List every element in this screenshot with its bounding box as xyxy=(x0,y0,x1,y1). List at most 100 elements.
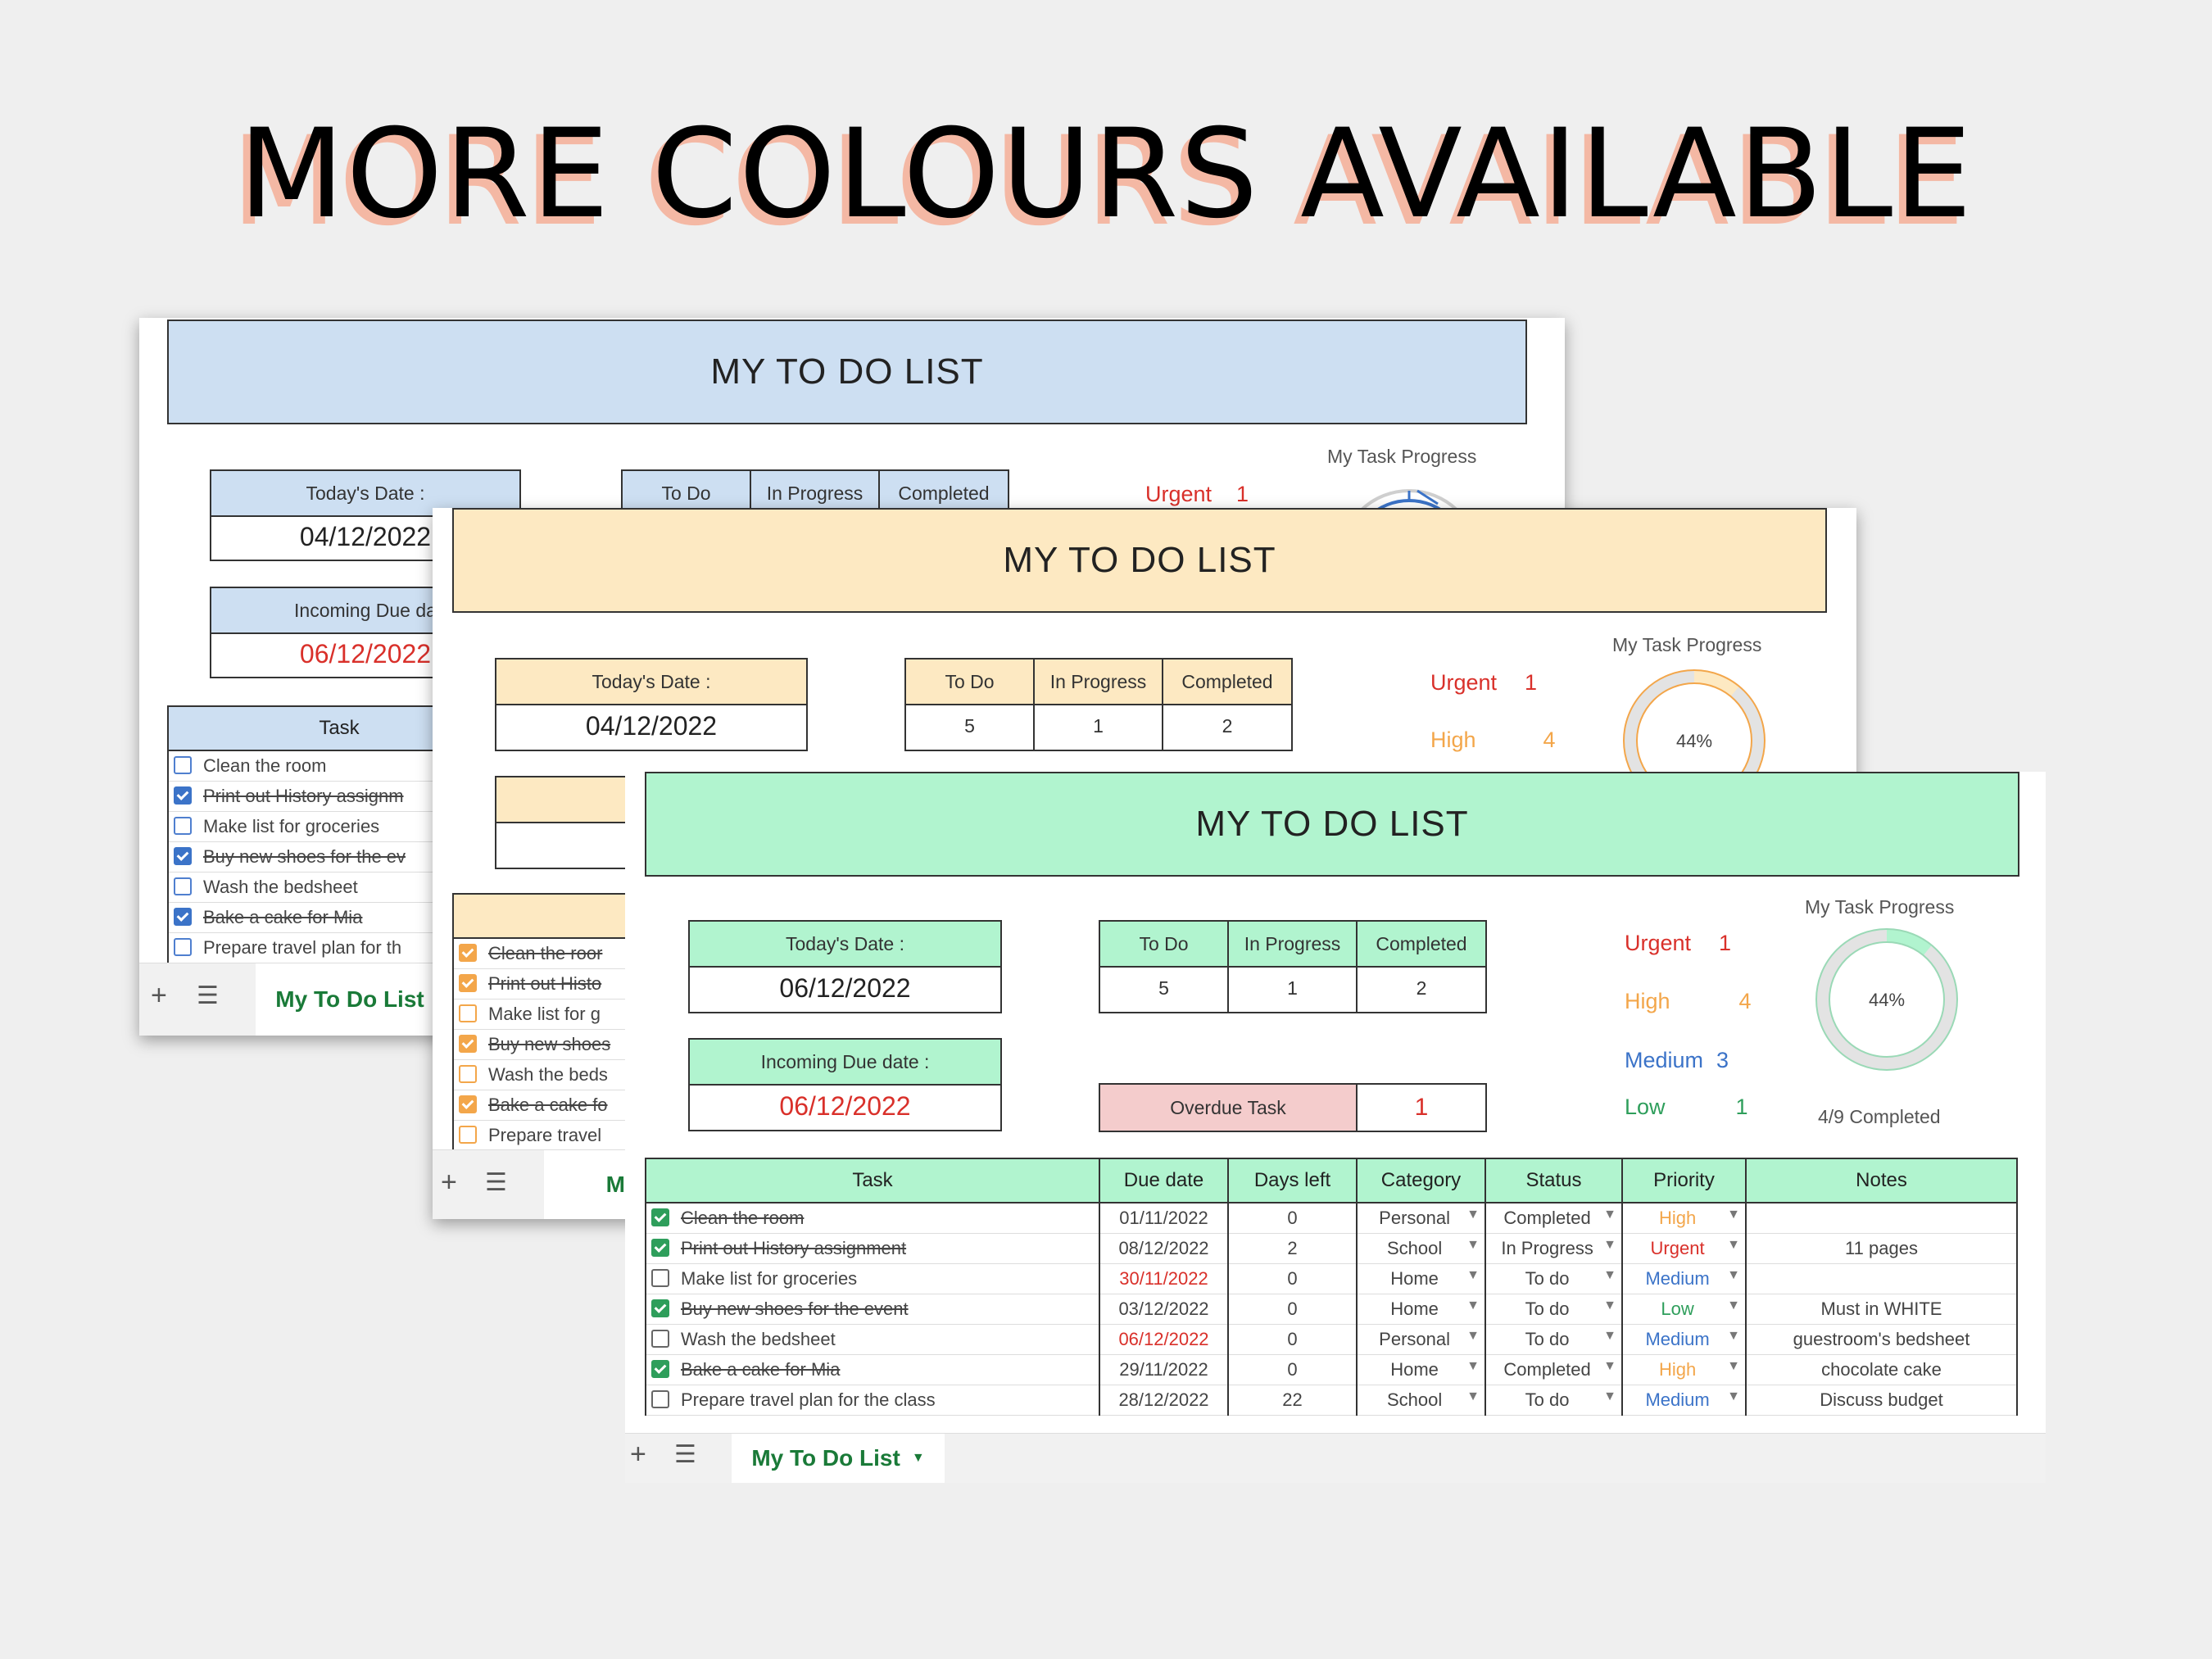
green-today-label: Today's Date : xyxy=(690,922,1000,968)
priority-dropdown[interactable]: Medium ▼ xyxy=(1621,1324,1747,1355)
add-sheet-icon[interactable]: + xyxy=(151,980,167,1012)
category-dropdown[interactable]: School ▼ xyxy=(1356,1233,1486,1264)
yellow-completed-value: 2 xyxy=(1222,715,1233,737)
checkbox-checked-icon[interactable] xyxy=(459,1035,477,1054)
checkbox-icon[interactable] xyxy=(459,1004,477,1023)
checkbox-icon[interactable] xyxy=(174,817,192,836)
checkbox-icon[interactable] xyxy=(174,877,192,896)
table-row: Print out History assignment 08/12/2022 … xyxy=(645,1233,2018,1264)
days-left-cell: 2 xyxy=(1227,1233,1358,1264)
status-dropdown[interactable]: To do ▼ xyxy=(1484,1263,1623,1294)
sheet-list-icon[interactable]: ☰ xyxy=(674,1440,696,1469)
yellow-inprogress-value: 1 xyxy=(1035,704,1163,750)
checkbox-checked-icon[interactable] xyxy=(651,1360,669,1379)
sheet-list-icon[interactable]: ☰ xyxy=(197,981,219,1010)
notes-cell[interactable]: Must in WHITE xyxy=(1745,1294,2018,1325)
checkbox-checked-icon[interactable] xyxy=(459,974,477,993)
checkbox-checked-icon[interactable] xyxy=(174,908,192,927)
category-dropdown[interactable]: School ▼ xyxy=(1356,1385,1486,1416)
headline: MORE COLOURS AVAILABLE MORE COLOURS AVAI… xyxy=(0,105,2212,252)
dropdown-arrow-icon: ▼ xyxy=(1603,1329,1616,1343)
status-dropdown[interactable]: To do ▼ xyxy=(1484,1324,1623,1355)
notes-cell[interactable]: 11 pages xyxy=(1745,1233,2018,1264)
green-low-count: Low 1 xyxy=(1625,1095,1748,1119)
checkbox-icon[interactable] xyxy=(174,938,192,957)
dropdown-arrow-icon: ▼ xyxy=(1603,1268,1616,1282)
due-cell: 06/12/2022 xyxy=(1099,1324,1229,1355)
dropdown-arrow-icon: ▼ xyxy=(1466,1208,1480,1222)
green-progress-donut: 44% xyxy=(1815,928,1958,1071)
green-stats-header: To Do In Progress Completed xyxy=(1099,920,1487,968)
table-row: Prepare travel plan for the class 28/12/… xyxy=(645,1385,2018,1416)
days-left-cell: 0 xyxy=(1227,1324,1358,1355)
status-dropdown[interactable]: Completed ▼ xyxy=(1484,1354,1623,1385)
green-stat-inprogress: In Progress xyxy=(1229,922,1358,966)
yellow-stat-completed: Completed xyxy=(1181,671,1273,692)
checkbox-checked-icon[interactable] xyxy=(651,1208,669,1227)
notes-cell[interactable]: Discuss budget xyxy=(1745,1385,2018,1416)
yellow-todo-value: 5 xyxy=(906,704,1035,750)
yellow-today-value: 04/12/2022 xyxy=(585,710,718,741)
priority-dropdown[interactable]: High ▼ xyxy=(1621,1354,1747,1385)
notes-cell[interactable] xyxy=(1745,1263,2018,1294)
status-dropdown[interactable]: To do ▼ xyxy=(1484,1294,1623,1325)
priority-dropdown[interactable]: Medium ▼ xyxy=(1621,1263,1747,1294)
dropdown-arrow-icon: ▼ xyxy=(1727,1389,1740,1403)
checkbox-checked-icon[interactable] xyxy=(459,944,477,963)
green-medium-count: Medium 3 xyxy=(1625,1048,1729,1072)
notes-cell[interactable]: guestroom's bedsheet xyxy=(1745,1324,2018,1355)
notes-cell[interactable]: chocolate cake xyxy=(1745,1354,2018,1385)
category-dropdown[interactable]: Home ▼ xyxy=(1356,1294,1486,1325)
green-sheet: MY TO DO LIST Today's Date : 06/12/2022 … xyxy=(625,772,2046,1483)
col-days-left: Days left xyxy=(1227,1158,1358,1203)
category-dropdown[interactable]: Personal ▼ xyxy=(1356,1203,1486,1234)
checkbox-checked-icon[interactable] xyxy=(174,847,192,866)
green-completed-value: 2 xyxy=(1416,977,1427,999)
yellow-title-banner: MY TO DO LIST xyxy=(452,508,1827,613)
category-dropdown[interactable]: Home ▼ xyxy=(1356,1354,1486,1385)
checkbox-checked-icon[interactable] xyxy=(459,1095,477,1114)
priority-dropdown[interactable]: Low ▼ xyxy=(1621,1294,1747,1325)
priority-dropdown[interactable]: Urgent ▼ xyxy=(1621,1233,1747,1264)
due-cell: 01/11/2022 xyxy=(1099,1203,1229,1234)
add-sheet-icon[interactable]: + xyxy=(630,1439,646,1471)
green-sheet-tab[interactable]: My To Do List ▼ xyxy=(732,1434,945,1483)
checkbox-icon[interactable] xyxy=(174,756,192,775)
category-dropdown[interactable]: Home ▼ xyxy=(1356,1263,1486,1294)
checkbox-icon[interactable] xyxy=(459,1065,477,1084)
status-dropdown[interactable]: In Progress ▼ xyxy=(1484,1233,1623,1264)
checkbox-icon[interactable] xyxy=(651,1269,669,1288)
blue-sheet-tab[interactable]: My To Do List xyxy=(256,963,444,1036)
dropdown-arrow-icon: ▼ xyxy=(1727,1238,1740,1252)
green-title: MY TO DO LIST xyxy=(1195,804,1469,844)
checkbox-checked-icon[interactable] xyxy=(651,1239,669,1258)
sheet-list-icon[interactable]: ☰ xyxy=(485,1168,507,1197)
days-left-cell: 0 xyxy=(1227,1263,1358,1294)
status-dropdown[interactable]: To do ▼ xyxy=(1484,1385,1623,1416)
status-dropdown[interactable]: Completed ▼ xyxy=(1484,1203,1623,1234)
task-cell: Prepare travel plan for the class xyxy=(645,1385,1100,1416)
table-row: Buy new shoes for the event 03/12/2022 0… xyxy=(645,1294,2018,1325)
dropdown-arrow-icon: ▼ xyxy=(1727,1268,1740,1282)
due-cell: 03/12/2022 xyxy=(1099,1294,1229,1325)
yellow-high-label: High 4 xyxy=(1430,728,1556,752)
checkbox-icon[interactable] xyxy=(651,1390,669,1409)
yellow-stats-values: 5 1 2 xyxy=(904,704,1293,751)
priority-dropdown[interactable]: Medium ▼ xyxy=(1621,1385,1747,1416)
notes-cell[interactable] xyxy=(1745,1203,2018,1234)
category-dropdown[interactable]: Personal ▼ xyxy=(1356,1324,1486,1355)
yellow-progress-donut: 44% xyxy=(1623,669,1766,780)
due-cell: 28/12/2022 xyxy=(1099,1385,1229,1416)
days-left-cell: 22 xyxy=(1227,1385,1358,1416)
checkbox-checked-icon[interactable] xyxy=(651,1299,669,1318)
dropdown-arrow-icon: ▼ xyxy=(1466,1299,1480,1312)
add-sheet-icon[interactable]: + xyxy=(441,1167,457,1199)
checkbox-icon[interactable] xyxy=(651,1330,669,1349)
checkbox-icon[interactable] xyxy=(459,1126,477,1145)
priority-dropdown[interactable]: High ▼ xyxy=(1621,1203,1747,1234)
green-title-banner: MY TO DO LIST xyxy=(645,772,2019,877)
days-left-cell: 0 xyxy=(1227,1294,1358,1325)
checkbox-checked-icon[interactable] xyxy=(174,786,192,805)
dropdown-arrow-icon: ▼ xyxy=(1727,1299,1740,1312)
yellow-today-box: Today's Date : 04/12/2022 xyxy=(495,658,808,751)
